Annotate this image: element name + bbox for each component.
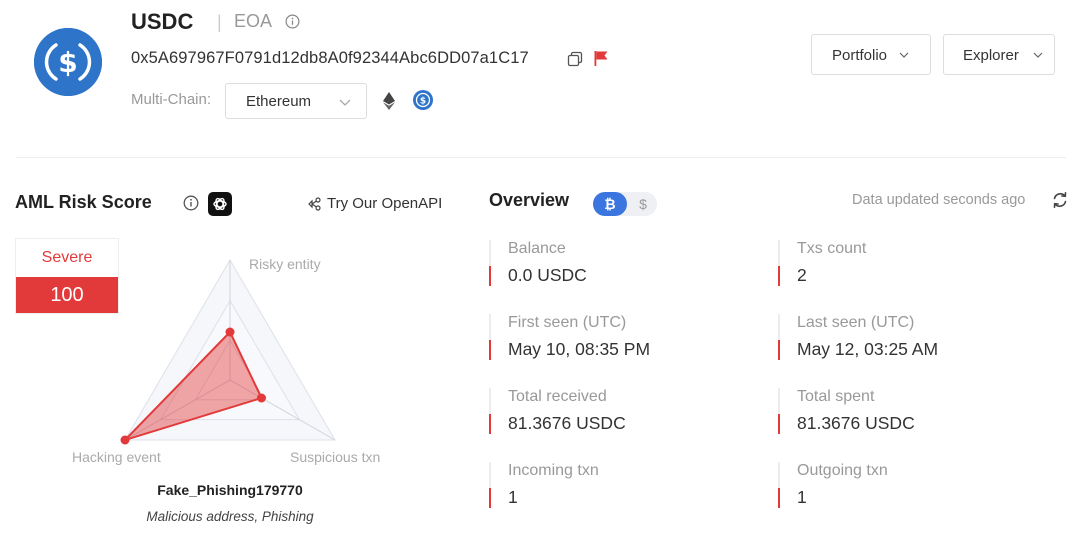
portfolio-button[interactable]: Portfolio bbox=[811, 34, 931, 75]
stat-label: Incoming txn bbox=[508, 462, 599, 479]
stat-outgoing-txn: Outgoing txn 1 bbox=[778, 462, 1038, 514]
stat-total-spent: Total spent 81.3676 USDC bbox=[778, 388, 1038, 440]
aml-risk-score-title: AML Risk Score bbox=[15, 192, 152, 212]
api-icon[interactable] bbox=[307, 196, 323, 212]
data-updated-text: Data updated seconds ago bbox=[852, 192, 1026, 208]
info-icon[interactable] bbox=[285, 14, 300, 29]
svg-text:$: $ bbox=[420, 97, 426, 107]
stat-label: First seen (UTC) bbox=[508, 314, 627, 331]
stat-label: Balance bbox=[508, 240, 566, 257]
currency-toggle[interactable]: ₿ $ bbox=[593, 192, 657, 216]
usdc-logo-icon: $ bbox=[34, 28, 102, 96]
stat-label: Outgoing txn bbox=[797, 462, 888, 479]
info-icon[interactable] bbox=[183, 195, 199, 211]
radar-axis-label-risky: Risky entity bbox=[249, 256, 321, 272]
entity-tags: Malicious address, Phishing bbox=[146, 509, 314, 524]
stat-value: May 12, 03:25 AM bbox=[797, 339, 939, 359]
stat-balance: Balance 0.0 USDC bbox=[489, 240, 749, 292]
toggle-crypto[interactable]: ₿ bbox=[593, 192, 627, 216]
chevron-down-icon bbox=[1033, 52, 1043, 58]
chain-select-value: Ethereum bbox=[246, 93, 312, 110]
overview-title: Overview bbox=[489, 190, 570, 210]
title-separator: | bbox=[217, 12, 222, 32]
toggle-usd[interactable]: $ bbox=[633, 192, 653, 216]
chevron-down-icon bbox=[339, 99, 351, 106]
stat-label: Txs count bbox=[797, 240, 867, 257]
stat-incoming-txn: Incoming txn 1 bbox=[489, 462, 749, 514]
ethereum-icon[interactable] bbox=[381, 92, 397, 110]
multichain-label: Multi-Chain: bbox=[131, 91, 212, 108]
radar-axis-label-hacking: Hacking event bbox=[72, 449, 161, 465]
stat-last-seen: Last seen (UTC) May 12, 03:25 AM bbox=[778, 314, 1038, 366]
explorer-button-label: Explorer bbox=[963, 47, 1019, 64]
radar-data-point bbox=[257, 393, 266, 403]
account-type: EOA bbox=[234, 11, 273, 31]
stat-value: 1 bbox=[508, 487, 518, 507]
section-divider bbox=[16, 157, 1066, 158]
radar-data-point bbox=[225, 327, 235, 337]
usdc-icon[interactable]: $ bbox=[413, 90, 433, 110]
radar-data-point bbox=[120, 435, 130, 445]
wallet-address: 0x5A697967F0791d12db8A0f92344Abc6DD07a1C… bbox=[131, 49, 529, 67]
stat-value: 0.0 USDC bbox=[508, 265, 587, 285]
stat-value: 1 bbox=[797, 487, 807, 507]
chain-select[interactable]: Ethereum bbox=[225, 83, 367, 119]
stat-value: 81.3676 USDC bbox=[797, 413, 915, 433]
stat-first-seen: First seen (UTC) May 10, 08:35 PM bbox=[489, 314, 749, 366]
token-name: USDC bbox=[131, 9, 194, 34]
stat-label: Total received bbox=[508, 388, 607, 405]
explorer-button[interactable]: Explorer bbox=[943, 34, 1055, 75]
stat-label: Last seen (UTC) bbox=[797, 314, 915, 331]
openapi-link[interactable]: Try Our OpenAPI bbox=[327, 195, 442, 212]
flag-icon[interactable] bbox=[593, 50, 609, 67]
svg-text:$: $ bbox=[58, 46, 77, 79]
chevron-down-icon bbox=[899, 52, 909, 58]
stat-label: Total spent bbox=[797, 388, 875, 405]
copy-icon[interactable] bbox=[567, 51, 583, 67]
stat-value: May 10, 08:35 PM bbox=[508, 339, 651, 359]
stat-txs-count: Txs count 2 bbox=[778, 240, 1038, 292]
portfolio-button-label: Portfolio bbox=[832, 47, 888, 64]
refresh-icon[interactable] bbox=[1051, 191, 1069, 209]
entity-name: Fake_Phishing179770 bbox=[157, 482, 303, 498]
stat-value: 81.3676 USDC bbox=[508, 413, 626, 433]
radar-axis-label-suspicious: Suspicious txn bbox=[290, 449, 381, 465]
stat-value: 2 bbox=[797, 265, 807, 285]
stat-total-received: Total received 81.3676 USDC bbox=[489, 388, 749, 440]
risk-radar-chart bbox=[120, 259, 336, 445]
chatgpt-icon[interactable] bbox=[208, 192, 232, 216]
